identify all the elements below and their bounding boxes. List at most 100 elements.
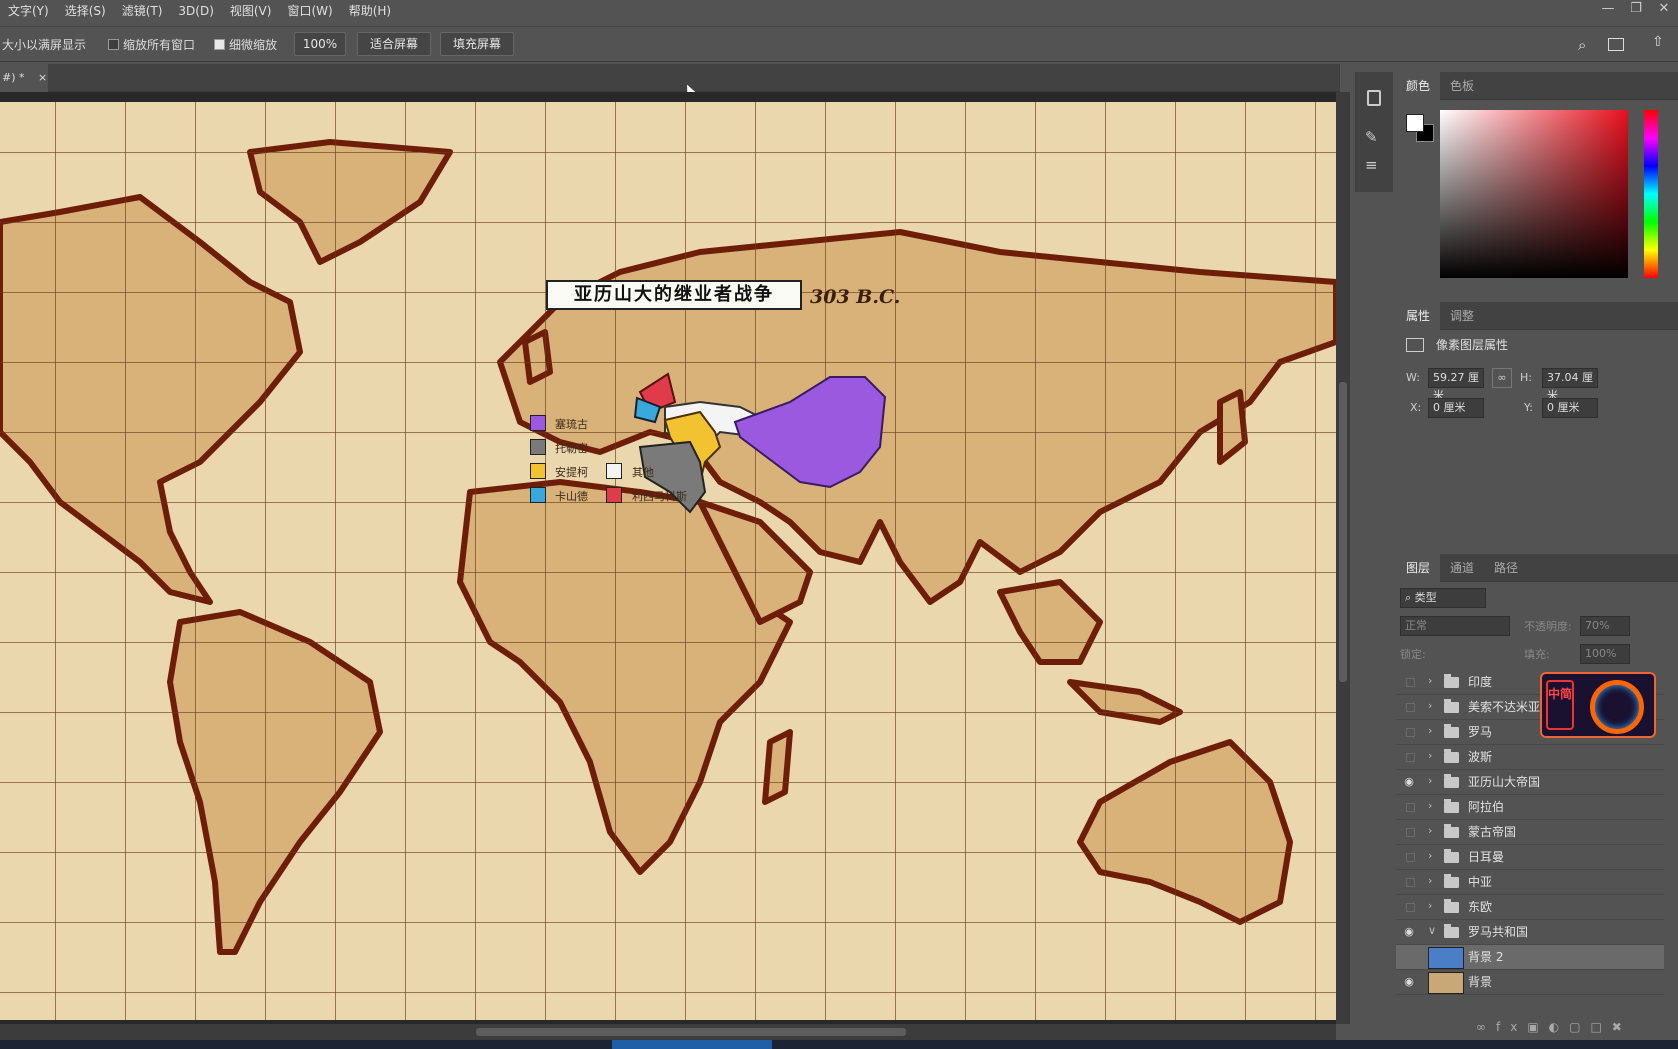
eye-icon[interactable]: ◉ [1402, 976, 1416, 988]
folder-icon [1444, 849, 1459, 863]
fill-field[interactable]: 100% [1580, 644, 1630, 664]
layer-row[interactable]: ◉ ∨ 罗马共和国 [1396, 920, 1664, 945]
close-tab-icon[interactable]: × [38, 71, 47, 84]
chevron-right-icon[interactable]: › [1428, 724, 1432, 737]
workspace-icon[interactable] [1608, 38, 1624, 51]
map-grid [0, 102, 1336, 1020]
opacity-field[interactable]: 70% [1580, 616, 1630, 636]
layers-panel-tabs: 图层 通道 路径 [1396, 553, 1678, 582]
history-icon[interactable] [1367, 90, 1381, 106]
layer-name: 罗马共和国 [1468, 925, 1529, 939]
layer-name: 亚历山大帝国 [1468, 775, 1541, 789]
color-picker-field[interactable] [1440, 110, 1628, 278]
layer-row[interactable]: 背景 2 [1396, 945, 1664, 970]
layer-filter-select[interactable]: ⌕ 类型 [1400, 588, 1486, 608]
brush-icon[interactable]: ✎ [1365, 128, 1378, 146]
chevron-right-icon[interactable]: › [1428, 749, 1432, 762]
document-tab[interactable]: #) * × [0, 64, 48, 92]
layer-row[interactable]: › 中亚 [1396, 870, 1664, 895]
layer-name: 中亚 [1468, 875, 1493, 889]
tab-paths[interactable]: 路径 [1484, 554, 1528, 582]
horizontal-scrollbar[interactable] [0, 1024, 1336, 1040]
visibility-toggle[interactable] [1406, 903, 1415, 912]
restore-button[interactable]: ❐ [1622, 0, 1650, 22]
chevron-right-icon[interactable]: › [1428, 774, 1432, 787]
opacity-label: 不透明度: [1524, 620, 1572, 633]
visibility-toggle[interactable] [1406, 803, 1415, 812]
layer-row[interactable]: ◉ › 亚历山大帝国 [1396, 770, 1664, 795]
hue-slider[interactable] [1644, 110, 1658, 278]
layers-panel: 图层 通道 路径 ⌕ 类型 正常 不透明度: 70% 锁定: 填充: 100% … [1396, 553, 1678, 1040]
tab-swatches[interactable]: 色板 [1440, 72, 1484, 100]
folder-icon [1444, 674, 1459, 688]
blend-mode-select[interactable]: 正常 [1400, 616, 1510, 636]
folder-icon [1444, 874, 1459, 888]
scrubby-zoom-checkbox[interactable] [214, 39, 225, 50]
visibility-toggle[interactable] [1406, 953, 1415, 962]
tab-layers[interactable]: 图层 [1396, 553, 1441, 582]
fit-screen-button[interactable]: 适合屏幕 [357, 32, 432, 56]
layer-footer-icons[interactable]: ∞fx▣◐▢□✖ [1476, 1020, 1632, 1034]
visibility-toggle[interactable] [1406, 703, 1415, 712]
layer-row[interactable]: › 日耳曼 [1396, 845, 1664, 870]
right-panels: 颜色 色板 属性 调整 像素图层属性 W: 59.27 厘米 ∞ H: 37.0… [1396, 71, 1678, 1040]
eye-icon[interactable]: ◉ [1402, 776, 1416, 788]
layer-row[interactable]: › 东欧 [1396, 895, 1664, 920]
menu-3d[interactable]: 3D(D) [170, 0, 221, 22]
zoom-value-field[interactable]: 100% [294, 32, 346, 56]
visibility-toggle[interactable] [1406, 753, 1415, 762]
taskbar-active-item[interactable] [612, 1040, 772, 1049]
visibility-toggle[interactable] [1406, 728, 1415, 737]
eye-icon[interactable]: ◉ [1402, 926, 1416, 938]
vertical-scrollbar[interactable] [1336, 92, 1350, 1024]
menu-type[interactable]: 文字(Y) [0, 0, 57, 22]
share-icon[interactable]: ⇧ [1652, 34, 1664, 50]
fill-screen-button[interactable]: 填充屏幕 [440, 32, 515, 56]
chevron-right-icon[interactable]: › [1428, 874, 1432, 887]
menu-select[interactable]: 选择(S) [57, 0, 114, 22]
visibility-toggle[interactable] [1406, 828, 1415, 837]
visibility-toggle[interactable] [1406, 853, 1415, 862]
search-icon[interactable]: ⌕ [1578, 36, 1586, 54]
chevron-right-icon[interactable]: › [1428, 899, 1432, 912]
tab-properties[interactable]: 属性 [1396, 301, 1441, 330]
x-field[interactable]: 0 厘米 [1428, 398, 1484, 418]
visibility-toggle[interactable] [1406, 678, 1415, 687]
tab-color[interactable]: 颜色 [1396, 71, 1441, 100]
chevron-right-icon[interactable]: › [1428, 824, 1432, 837]
chevron-right-icon[interactable]: › [1428, 674, 1432, 687]
horizontal-scroll-thumb[interactable] [476, 1028, 906, 1036]
canvas-area[interactable]: 亚历山大的继业者战争 303 B.C. 塞琉古 托勒密 安提柯 其他 卡山德 利… [0, 92, 1336, 1024]
minimize-button[interactable]: — [1594, 0, 1622, 22]
document-tab-bar: #) * × [0, 64, 1340, 92]
chevron-down-icon[interactable]: ∨ [1428, 924, 1436, 937]
menu-filter[interactable]: 滤镜(T) [114, 0, 171, 22]
foreground-color-swatch[interactable] [1406, 114, 1424, 132]
close-window-button[interactable]: ✕ [1650, 0, 1678, 22]
chevron-right-icon[interactable]: › [1428, 699, 1432, 712]
adjustments-icon[interactable]: ≡ [1365, 156, 1378, 174]
scrubby-zoom-option[interactable]: 细微缩放 [214, 34, 277, 56]
menu-window[interactable]: 窗口(W) [279, 0, 340, 22]
link-icon[interactable]: ∞ [1492, 368, 1512, 388]
height-field[interactable]: 37.04 厘米 [1542, 368, 1598, 402]
zoom-all-windows-option[interactable]: 缩放所有窗口 [108, 34, 195, 56]
tab-adjustments[interactable]: 调整 [1440, 302, 1484, 330]
chevron-right-icon[interactable]: › [1428, 799, 1432, 812]
menu-help[interactable]: 帮助(H) [341, 0, 399, 22]
chevron-right-icon[interactable]: › [1428, 849, 1432, 862]
visibility-toggle[interactable] [1406, 878, 1415, 887]
layer-row[interactable]: › 波斯 [1396, 745, 1664, 770]
legend-label-antigonus: 安提柯 [555, 466, 588, 479]
width-field[interactable]: 59.27 厘米 [1428, 368, 1484, 402]
y-field[interactable]: 0 厘米 [1542, 398, 1598, 418]
menu-view[interactable]: 视图(V) [222, 0, 280, 22]
layer-row[interactable]: › 蒙古帝国 [1396, 820, 1664, 845]
layer-row[interactable]: › 阿拉伯 [1396, 795, 1664, 820]
zoom-all-checkbox[interactable] [108, 39, 119, 50]
zoom-all-label: 缩放所有窗口 [123, 38, 196, 52]
tab-channels[interactable]: 通道 [1440, 554, 1484, 582]
vertical-scroll-thumb[interactable] [1339, 382, 1347, 682]
legend-label-other: 其他 [632, 466, 654, 479]
layer-row[interactable]: ◉ 背景 [1396, 970, 1664, 995]
